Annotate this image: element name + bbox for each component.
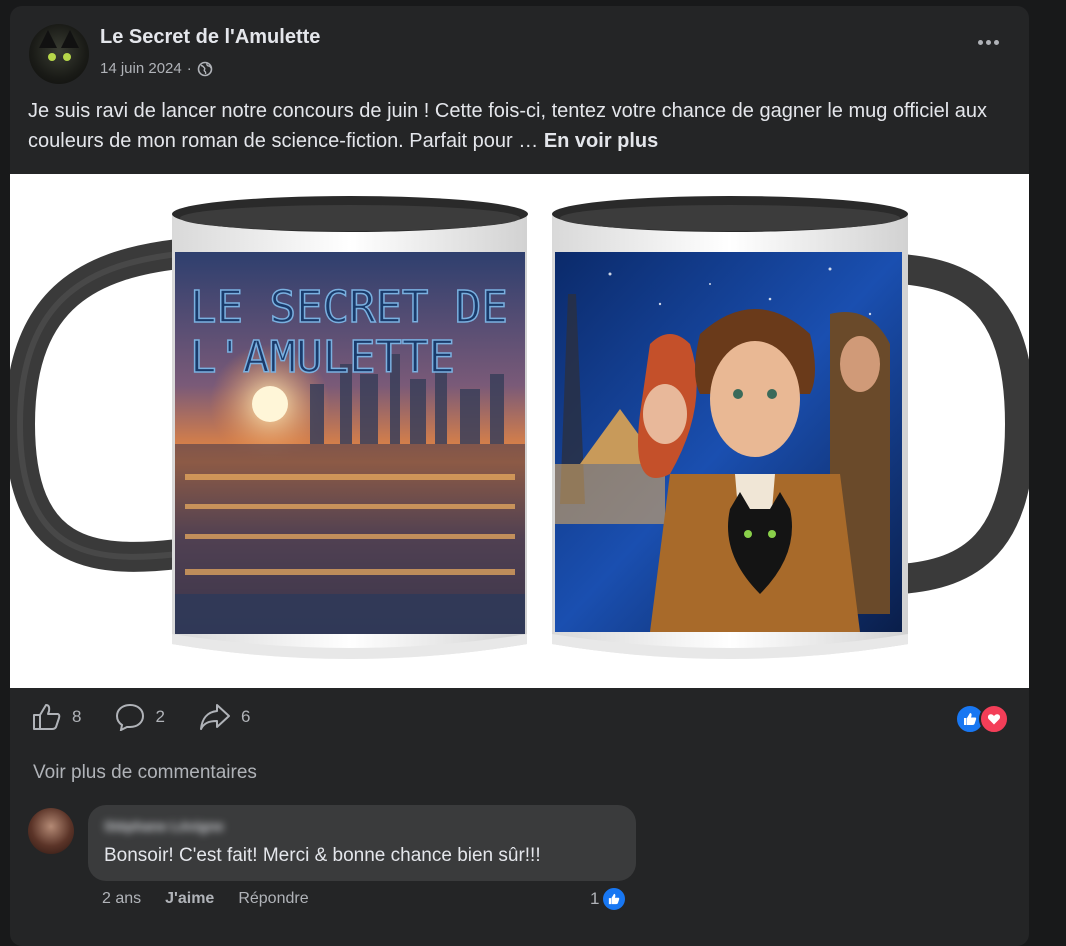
cat-ear xyxy=(39,30,57,48)
likes-count: 8 xyxy=(72,707,82,726)
left-mug: LE SECRET DE L'AMULETTE xyxy=(10,196,528,659)
comment-actions: 2 ans J'aime Répondre xyxy=(102,890,309,908)
post-author[interactable]: Le Secret de l'Amulette xyxy=(100,26,320,49)
share-action[interactable]: 6 xyxy=(199,703,250,731)
mug-photo: LE SECRET DE L'AMULETTE xyxy=(10,196,1029,659)
page-avatar[interactable] xyxy=(29,24,89,84)
mug-logo-line-2: L'AMULETTE xyxy=(190,332,455,383)
cat-ear xyxy=(61,30,79,48)
dot-icon xyxy=(986,40,991,45)
like-action[interactable]: 8 xyxy=(32,703,81,731)
globe-icon[interactable] xyxy=(197,61,213,77)
comment-text: Bonsoir! C'est fait! Merci & bonne chanc… xyxy=(104,845,541,866)
post-image[interactable]: LE SECRET DE L'AMULETTE xyxy=(10,174,1029,688)
comment-icon xyxy=(116,703,145,731)
comment-like-button[interactable]: J'aime xyxy=(165,890,214,908)
comment-reply-button[interactable]: Répondre xyxy=(238,890,308,908)
like-reaction-icon xyxy=(601,886,628,912)
comment-like-count: 1 xyxy=(590,889,600,908)
love-reaction-icon xyxy=(979,704,1009,734)
comment-reaction-count[interactable]: 1 xyxy=(590,886,628,912)
commenter-avatar[interactable] xyxy=(28,808,74,854)
see-more-link[interactable]: En voir plus xyxy=(544,130,658,152)
post-text: Je suis ravi de lancer notre concours de… xyxy=(28,96,1018,156)
shares-count: 6 xyxy=(240,707,251,726)
post-date[interactable]: 14 juin 2024 xyxy=(100,60,182,77)
post-stats: 8 2 6 xyxy=(32,703,284,731)
mug-logo-line-1: LE SECRET DE xyxy=(190,282,508,333)
post-card: Le Secret de l'Amulette 14 juin 2024 · J… xyxy=(10,6,1029,946)
more-options-button[interactable] xyxy=(978,40,999,45)
post-body: Je suis ravi de lancer notre concours de… xyxy=(28,100,988,152)
like-icon xyxy=(33,704,61,730)
page-gutter xyxy=(1031,0,1066,919)
dot-icon xyxy=(978,40,983,45)
view-more-comments-link[interactable]: Voir plus de commentaires xyxy=(33,762,257,784)
comment-bubble: Stéphane Lévigne Bonsoir! C'est fait! Me… xyxy=(88,805,636,881)
right-mug xyxy=(552,196,1029,659)
cat-eye xyxy=(48,53,56,61)
post-meta: 14 juin 2024 · xyxy=(100,60,213,77)
meta-separator: · xyxy=(186,60,192,77)
comment-action[interactable]: 2 xyxy=(115,703,165,731)
cat-eye xyxy=(63,53,71,61)
share-icon xyxy=(199,704,230,730)
comment-time[interactable]: 2 ans xyxy=(102,890,141,908)
commenter-name[interactable]: Stéphane Lévigne xyxy=(104,818,224,834)
dot-icon xyxy=(994,40,999,45)
reactions-summary[interactable] xyxy=(955,704,1009,734)
comments-count: 2 xyxy=(155,707,165,726)
